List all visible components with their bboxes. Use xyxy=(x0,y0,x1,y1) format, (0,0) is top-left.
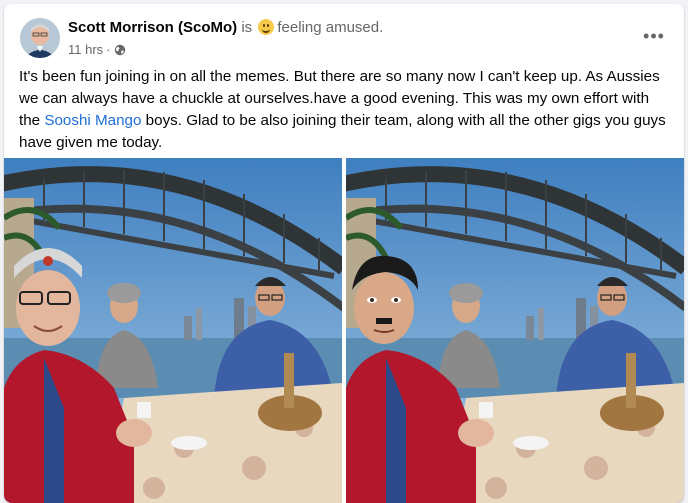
meta-separator: · xyxy=(106,42,111,57)
is-text: is xyxy=(241,19,253,36)
post-timestamp[interactable]: 11 hrs xyxy=(68,42,103,57)
more-options-icon[interactable]: ••• xyxy=(640,22,668,50)
meme-photo-original[interactable] xyxy=(4,158,342,503)
author-name[interactable]: Scott Morrison (ScoMo) xyxy=(68,19,237,36)
feeling-text[interactable]: feeling amused. xyxy=(277,19,383,36)
photo-grid xyxy=(4,158,684,503)
post-body: It's been fun joining in on all the meme… xyxy=(19,66,669,154)
facebook-post: Scott Morrison (ScoMo) is feeling amused… xyxy=(4,4,684,503)
author-avatar[interactable] xyxy=(20,18,60,58)
globe-icon[interactable] xyxy=(114,44,126,56)
post-meta: 11 hrs · xyxy=(68,42,126,57)
meme-photo-edited[interactable] xyxy=(346,158,684,503)
post-header: Scott Morrison (ScoMo) is feeling amused… xyxy=(68,19,383,36)
smiley-emoji-icon xyxy=(258,19,275,35)
sooshi-mango-link[interactable]: Sooshi Mango xyxy=(44,112,141,129)
